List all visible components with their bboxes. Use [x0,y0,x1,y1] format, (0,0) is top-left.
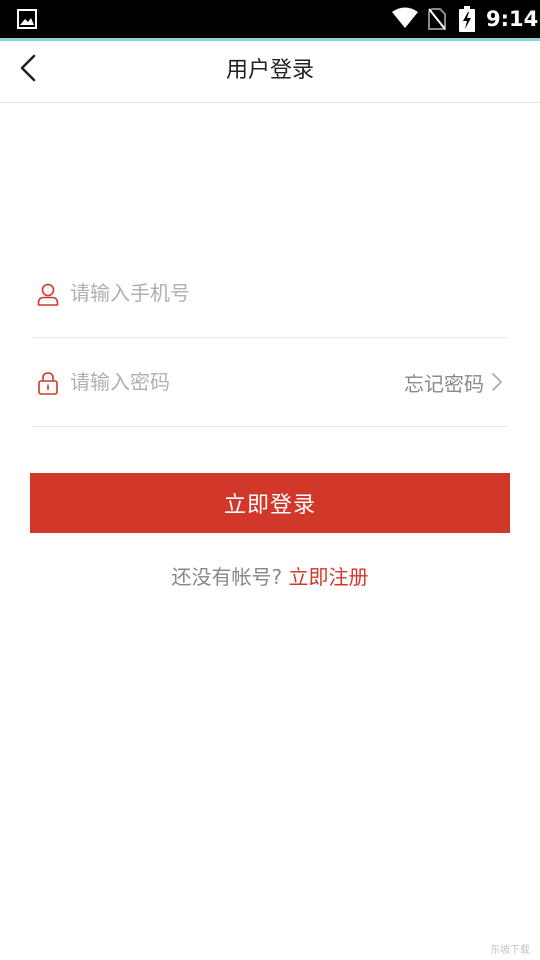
gallery-icon [17,9,37,29]
watermark: 东坡下载 [490,945,530,956]
password-input[interactable] [70,365,390,399]
forgot-password-label: 忘记密码 [404,371,484,396]
wifi-icon [392,7,418,28]
phone-field-row [32,248,508,338]
register-row: 还没有帐号? 立即注册 [0,563,540,591]
user-icon [37,283,59,306]
app-bar: 用户登录 [0,41,540,103]
chevron-right-icon [492,373,502,391]
status-time: 9:14 [486,7,539,31]
password-field-row: 忘记密码 [32,337,508,427]
register-link[interactable]: 立即注册 [288,565,368,589]
forgot-password-link[interactable]: 忘记密码 [404,367,504,397]
login-button[interactable]: 立即登录 [30,473,510,533]
page-title: 用户登录 [225,58,314,83]
phone-input[interactable] [70,276,390,310]
register-prompt: 还没有帐号? [171,565,283,589]
battery-charging-icon [459,6,475,32]
lock-icon [38,372,58,395]
no-sim-icon [428,8,446,30]
status-bar: 9:14 [0,0,540,38]
